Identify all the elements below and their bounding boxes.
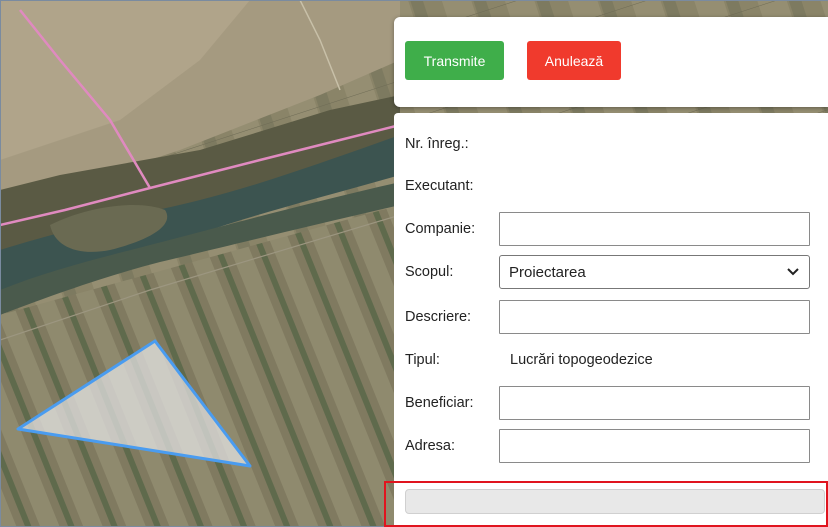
address-row: Adresa: [405,429,455,463]
cancel-button[interactable]: Anulează [527,41,621,80]
beneficiary-label: Beneficiar: [405,395,474,411]
chevron-down-icon [786,265,800,279]
purpose-label: Scopul: [405,264,454,280]
address-input[interactable] [499,429,810,463]
submit-button[interactable]: Transmite [405,41,504,80]
action-toolbar: Transmite Anulează [394,17,828,107]
bottom-bar[interactable] [405,489,825,514]
reg-no-label: Nr. înreg.: [405,136,469,152]
executant-label: Executant: [405,178,474,194]
company-input[interactable] [499,212,810,246]
description-input[interactable] [499,300,810,334]
purpose-row: Scopul: [405,255,453,289]
form-panel: Nr. înreg.: Executant: Companie: Scopul:… [394,113,828,527]
purpose-selected-value: Proiectarea [509,263,586,281]
description-label: Descriere: [405,309,472,325]
type-label: Tipul: [405,352,440,368]
type-row: Tipul: [405,343,440,377]
address-label: Adresa: [405,438,455,454]
company-row: Companie: [405,212,475,246]
beneficiary-input[interactable] [499,386,810,420]
executant-row: Executant: [405,169,474,203]
description-row: Descriere: [405,300,471,334]
reg-no-row: Nr. înreg.: [405,127,469,161]
beneficiary-row: Beneficiar: [405,386,474,420]
purpose-select[interactable]: Proiectarea [499,255,810,289]
company-label: Companie: [405,221,476,237]
type-value: Lucrări topogeodezice [510,352,653,368]
